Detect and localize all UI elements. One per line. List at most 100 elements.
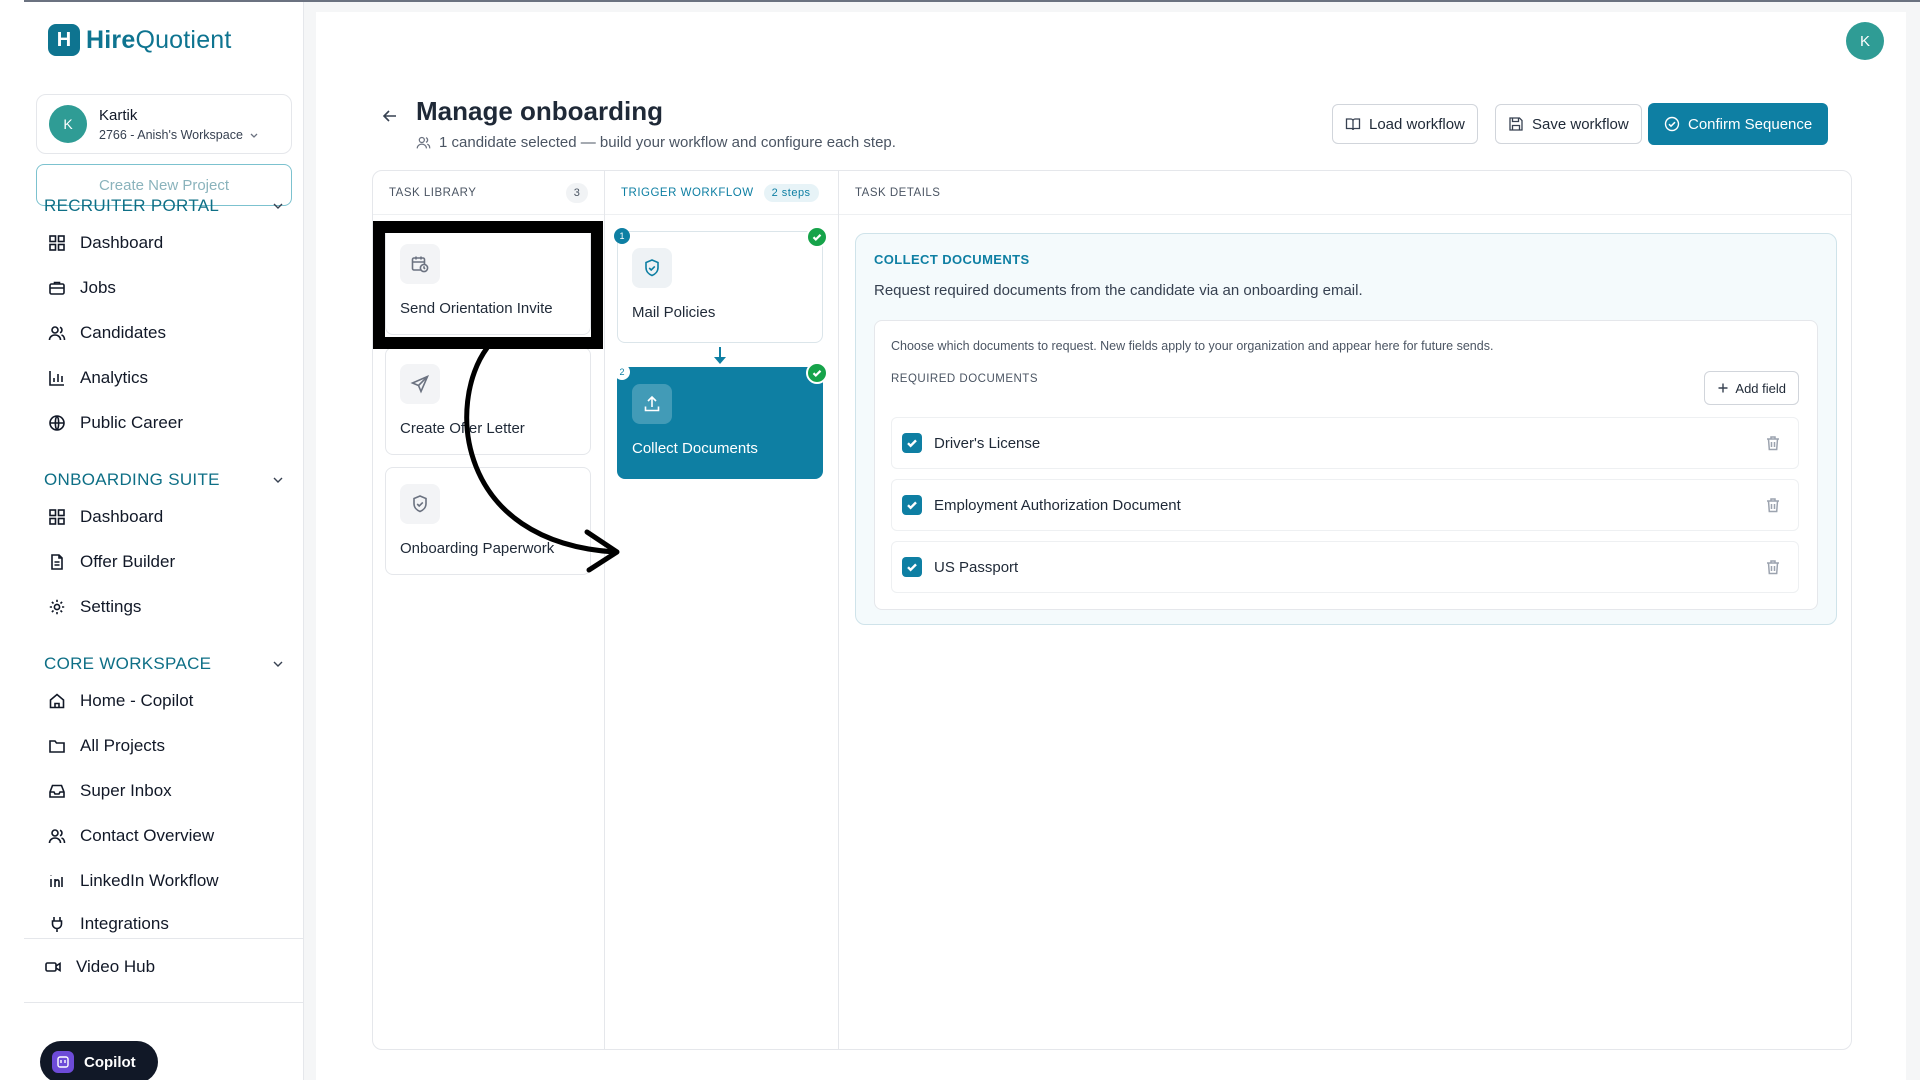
book-open-icon	[1345, 118, 1361, 131]
upload-icon	[632, 384, 672, 424]
users-icon	[416, 136, 431, 149]
workspace-name: 2766 - Anish's Workspace	[99, 128, 259, 142]
document-row[interactable]: Employment Authorization Document	[891, 479, 1799, 531]
selection-highlight-box	[373, 221, 603, 349]
main-area: K Manage onboarding 1 candidate selected…	[304, 2, 1920, 1080]
sidebar-divider	[24, 938, 304, 939]
chevron-down-icon	[273, 661, 283, 667]
sidebar-divider	[24, 1002, 304, 1003]
trash-icon[interactable]	[1764, 558, 1782, 576]
chevron-down-icon	[273, 203, 283, 209]
required-documents-label: REQUIRED DOCUMENTS	[891, 373, 1039, 385]
section-recruiter-portal[interactable]: RECRUITER PORTAL	[44, 194, 284, 218]
bar-chart-icon	[49, 371, 64, 386]
task-count-badge: 3	[566, 182, 588, 203]
nav-all-projects[interactable]: All Projects	[48, 731, 278, 761]
app-frame: H HireQuotient K Kartik 2766 - Anish's W…	[0, 0, 1920, 1080]
task-library-header: TASK LIBRARY 3	[373, 171, 604, 215]
workflow-step-mail-policies[interactable]: 1 Mail Policies	[614, 226, 828, 343]
nav-onboarding-dashboard[interactable]: Dashboard	[48, 502, 278, 532]
top-bar: K	[316, 12, 1906, 68]
page-content: Manage onboarding 1 candidate selected —…	[316, 68, 1906, 1080]
add-field-button[interactable]: Add field	[1704, 371, 1799, 405]
documents-note: Choose which documents to request. New f…	[891, 339, 1494, 353]
copilot-button[interactable]: Copilot	[40, 1041, 158, 1080]
page-title: Manage onboarding	[416, 96, 663, 126]
trigger-workflow-header: TRIGGER WORKFLOW 2 steps	[605, 171, 838, 215]
nav-integrations[interactable]: Integrations	[48, 911, 278, 937]
gear-icon	[49, 599, 65, 615]
trash-icon[interactable]	[1764, 434, 1782, 452]
task-card-create-offer-letter[interactable]: Create Offer Letter	[385, 347, 591, 455]
step-number-badge: 2	[614, 364, 630, 380]
plus-icon	[1718, 383, 1728, 393]
folder-icon	[49, 740, 65, 753]
load-workflow-button[interactable]: Load workflow	[1332, 104, 1478, 144]
nav-recruiter-dashboard[interactable]: Dashboard	[48, 228, 278, 258]
nav-settings[interactable]: Settings	[48, 592, 278, 622]
confirm-sequence-button[interactable]: Confirm Sequence	[1648, 103, 1829, 145]
plug-icon	[51, 917, 63, 932]
users-icon	[48, 326, 66, 341]
nav-super-inbox[interactable]: Super Inbox	[48, 776, 278, 806]
step-number-badge: 1	[614, 228, 630, 244]
send-icon	[400, 364, 440, 404]
nav-home-copilot[interactable]: Home - Copilot	[48, 686, 278, 716]
briefcase-icon	[49, 281, 65, 295]
task-library-column: TASK LIBRARY 3 Send Orientation Invite C…	[373, 171, 605, 1049]
copilot-icon	[52, 1051, 74, 1073]
workflow-step-collect-documents[interactable]: 2 Collect Documents	[614, 362, 828, 479]
arrow-down-icon	[714, 357, 726, 364]
section-onboarding-suite[interactable]: ONBOARDING SUITE	[44, 468, 284, 492]
sidebar: H HireQuotient K Kartik 2766 - Anish's W…	[24, 2, 304, 1080]
task-details-column: TASK DETAILS COLLECT DOCUMENTS Request r…	[839, 171, 1851, 1049]
nav-public-career[interactable]: Public Career	[48, 408, 278, 438]
document-row[interactable]: US Passport	[891, 541, 1799, 593]
document-icon	[51, 554, 63, 570]
inbox-icon	[49, 784, 65, 798]
dashboard-grid-icon	[49, 235, 65, 251]
nav-video-hub[interactable]: Video Hub	[44, 952, 274, 982]
linkedin-icon	[50, 875, 63, 887]
document-row[interactable]: Driver's License	[891, 417, 1799, 469]
workspace-info: Kartik 2766 - Anish's Workspace	[99, 107, 259, 142]
page-subtitle: 1 candidate selected — build your workfl…	[416, 134, 896, 151]
nav-offer-builder[interactable]: Offer Builder	[48, 547, 278, 577]
document-checkbox[interactable]	[902, 495, 922, 515]
check-icon	[806, 226, 828, 248]
document-checkbox[interactable]	[902, 433, 922, 453]
check-icon	[806, 362, 828, 384]
workspace-switcher[interactable]: K Kartik 2766 - Anish's Workspace	[36, 94, 292, 154]
back-arrow-icon[interactable]	[380, 106, 400, 126]
nav-analytics[interactable]: Analytics	[48, 363, 278, 393]
nav-contact-overview[interactable]: Contact Overview	[48, 821, 278, 851]
trash-icon[interactable]	[1764, 496, 1782, 514]
required-documents-box: Choose which documents to request. New f…	[874, 320, 1818, 610]
chevron-down-icon	[250, 133, 258, 138]
nav-candidates[interactable]: Candidates	[48, 318, 278, 348]
section-core-workspace[interactable]: CORE WORKSPACE	[44, 652, 284, 676]
logo-mark-icon: H	[48, 24, 80, 56]
detail-title: COLLECT DOCUMENTS	[874, 252, 1030, 267]
brand-logo[interactable]: H HireQuotient	[48, 24, 232, 56]
document-checkbox[interactable]	[902, 557, 922, 577]
save-workflow-button[interactable]: Save workflow	[1495, 104, 1642, 144]
user-name: Kartik	[99, 106, 138, 124]
profile-avatar[interactable]: K	[1846, 22, 1884, 60]
nav-linkedin-workflow[interactable]: LinkedIn Workflow	[48, 866, 278, 896]
chevron-down-icon	[273, 477, 283, 483]
nav-jobs[interactable]: Jobs	[48, 273, 278, 303]
home-icon	[49, 693, 65, 709]
users-icon	[48, 829, 66, 844]
task-details-header: TASK DETAILS	[839, 171, 1851, 215]
trigger-workflow-column: TRIGGER WORKFLOW 2 steps 1 Mail Policies	[605, 171, 839, 1049]
globe-icon	[49, 415, 65, 431]
task-card-onboarding-paperwork[interactable]: Onboarding Paperwork	[385, 467, 591, 575]
dashboard-grid-icon	[49, 509, 65, 525]
video-camera-icon	[45, 962, 61, 972]
save-icon	[1509, 117, 1523, 131]
collect-documents-details: COLLECT DOCUMENTS Request required docum…	[855, 233, 1837, 625]
check-circle-icon	[1664, 116, 1680, 132]
left-gutter	[0, 0, 24, 1080]
shield-check-icon	[632, 248, 672, 288]
